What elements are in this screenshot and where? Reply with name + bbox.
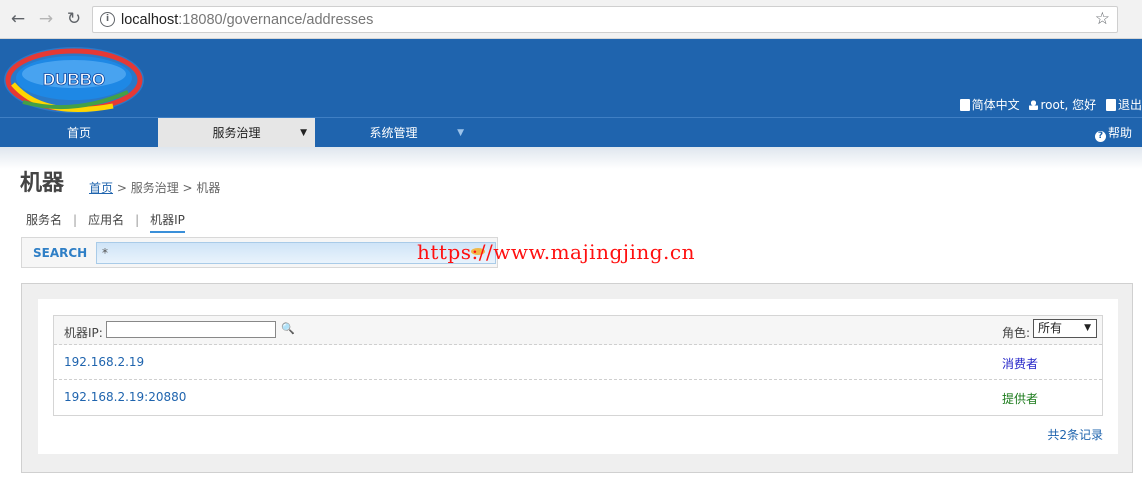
tab-app-name[interactable]: 应用名: [88, 211, 124, 228]
role-link[interactable]: 消费者: [1002, 355, 1038, 372]
role-selected: 所有: [1038, 321, 1063, 335]
address-link[interactable]: 192.168.2.19:20880: [64, 390, 186, 404]
logout-label: 退出: [1117, 98, 1142, 112]
user-greeting-label: root, 您好: [1040, 98, 1097, 112]
breadcrumb-rest: > 服务治理 > 机器: [113, 181, 221, 195]
back-arrow-icon[interactable]: ←: [8, 9, 28, 29]
ip-filter-label: 机器IP:: [64, 326, 103, 340]
table-row: 192.168.2.19 消费者: [54, 345, 1102, 380]
user-icon: [1029, 100, 1039, 110]
user-greeting: root, 您好: [1029, 98, 1096, 112]
menu-system-admin-label: 系统管理: [369, 126, 418, 140]
address-table: 机器IP: 🔍 角色: 所有 ▼ 192.168.2.19 消费者 192.168…: [53, 315, 1103, 416]
search-label: SEARCH: [33, 246, 88, 260]
main-menu: 首页 服务治理 ▼ 系统管理 ▼ ? 帮助: [0, 117, 1142, 148]
search-icon[interactable]: 🔍: [281, 322, 295, 335]
page-title: 机器: [20, 171, 65, 196]
role-link[interactable]: 提供者: [1002, 390, 1038, 407]
filter-row: 机器IP: 🔍 角色: 所有 ▼: [54, 316, 1102, 345]
search-tabs: 服务名 | 应用名 | 机器IP: [26, 211, 185, 233]
address-link[interactable]: 192.168.2.19: [64, 355, 144, 369]
logout-icon: [1105, 99, 1116, 111]
breadcrumb-home[interactable]: 首页: [89, 181, 113, 195]
chevron-down-icon: ▼: [1084, 323, 1091, 333]
tab-service-name[interactable]: 服务名: [26, 211, 62, 228]
watermark-text: https://www.majingjing.cn: [417, 240, 695, 264]
table-row: 192.168.2.19:20880 提供者: [54, 380, 1102, 415]
forward-arrow-icon[interactable]: →: [36, 9, 56, 29]
logo-text: DUBBO: [43, 70, 105, 89]
reload-icon[interactable]: ↻: [64, 9, 84, 29]
tab-divider: |: [73, 213, 78, 227]
caret-down-icon: ▼: [457, 128, 464, 138]
breadcrumb: 首页 > 服务治理 > 机器: [89, 179, 220, 196]
url-host: localhost: [121, 12, 179, 28]
menu-home[interactable]: 首页: [0, 118, 158, 148]
address-bar[interactable]: i localhost:18080/governance/addresses ☆: [92, 6, 1118, 33]
header-links: 简体中文 root, 您好 退出: [954, 96, 1142, 113]
menu-service-governance-label: 服务治理: [212, 126, 261, 140]
info-icon[interactable]: i: [100, 12, 115, 27]
language-link-label: 简体中文: [971, 98, 1020, 112]
browser-toolbar: ← → ↻ i localhost:18080/governance/addre…: [0, 0, 1142, 39]
document-icon: [959, 99, 970, 111]
header-shadow: [0, 147, 1142, 169]
content-inner: 机器IP: 🔍 角色: 所有 ▼ 192.168.2.19 消费者 192.168…: [38, 299, 1118, 454]
menu-system-admin[interactable]: 系统管理 ▼: [315, 118, 472, 148]
caret-down-icon: ▼: [300, 128, 307, 138]
menu-service-governance[interactable]: 服务治理 ▼: [158, 118, 315, 148]
site-header: DUBBO 简体中文 root, 您好 退出: [0, 39, 1142, 117]
dubbo-logo[interactable]: DUBBO: [3, 44, 145, 114]
url-path: :18080/governance/addresses: [178, 12, 374, 28]
logout-link[interactable]: 退出: [1105, 98, 1142, 112]
tab-machine-ip[interactable]: 机器IP: [150, 211, 185, 233]
tab-divider: |: [135, 213, 140, 227]
url-text[interactable]: localhost:18080/governance/addresses: [121, 12, 373, 28]
help-icon: ?: [1094, 131, 1106, 142]
role-filter-label: 角色:: [1002, 326, 1031, 340]
help-label: 帮助: [1107, 126, 1132, 140]
language-link[interactable]: 简体中文: [959, 98, 1020, 112]
bookmark-star-icon[interactable]: ☆: [1095, 9, 1110, 29]
ip-filter-input[interactable]: [106, 321, 276, 338]
content-panel: 机器IP: 🔍 角色: 所有 ▼ 192.168.2.19 消费者 192.168…: [21, 283, 1133, 473]
record-count: 共2条记录: [1047, 428, 1103, 442]
role-select[interactable]: 所有 ▼: [1033, 319, 1097, 338]
help-link[interactable]: ? 帮助: [1094, 118, 1132, 148]
